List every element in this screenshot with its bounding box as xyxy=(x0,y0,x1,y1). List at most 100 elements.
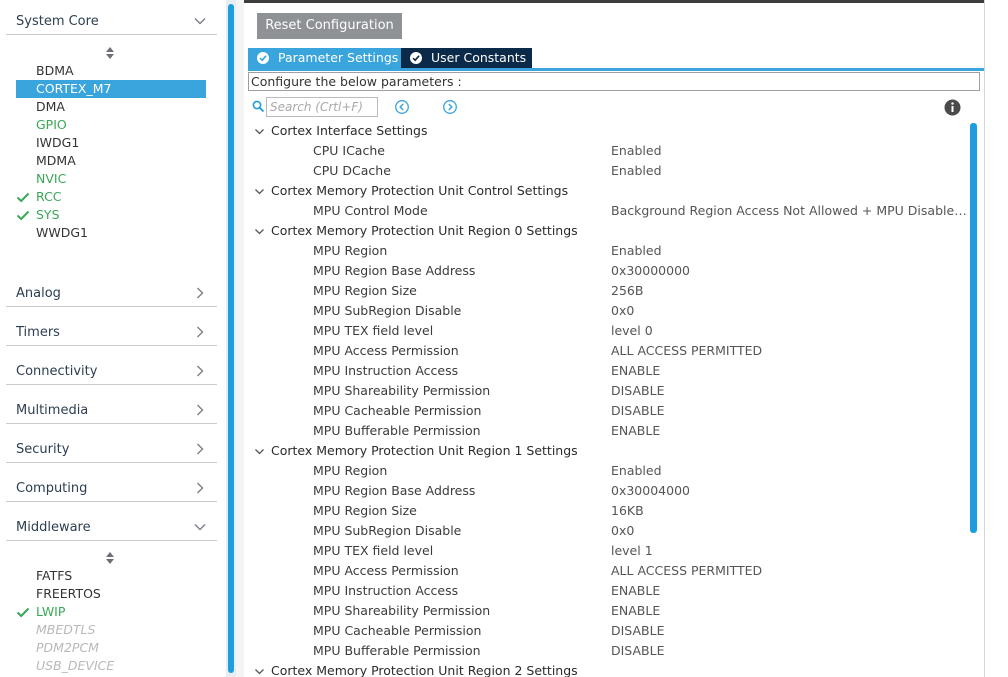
sidebar-item-cortex-m7[interactable]: CORTEX_M7 xyxy=(16,80,206,98)
next-match-icon[interactable] xyxy=(442,99,458,115)
sidebar-item-fatfs[interactable]: FATFS xyxy=(16,567,206,585)
parameter-row[interactable]: MPU Control Mode Background Region Access… xyxy=(248,201,968,221)
category-analog[interactable]: Analog xyxy=(6,283,217,307)
parameter-value[interactable]: DISABLE xyxy=(611,621,968,641)
sidebar-item-label: BDMA xyxy=(36,63,74,78)
sidebar-item-nvic[interactable]: NVIC xyxy=(16,170,206,188)
parameter-group[interactable]: Cortex Memory Protection Unit Region 0 S… xyxy=(248,221,968,241)
sidebar-item-freertos[interactable]: FREERTOS xyxy=(16,585,206,603)
parameter-value[interactable]: ENABLE xyxy=(611,601,968,621)
parameter-row[interactable]: MPU TEX field level level 1 xyxy=(248,541,968,561)
category-security[interactable]: Security xyxy=(6,439,217,463)
parameter-row[interactable]: MPU SubRegion Disable 0x0 xyxy=(248,521,968,541)
parameter-row[interactable]: MPU Instruction Access ENABLE xyxy=(248,581,968,601)
sidebar-item-lwip[interactable]: LWIP xyxy=(16,603,206,621)
sidebar-item-gpio[interactable]: GPIO xyxy=(16,116,206,134)
parameter-row[interactable]: MPU TEX field level level 0 xyxy=(248,321,968,341)
sidebar-item-sys[interactable]: SYS xyxy=(16,206,206,224)
sidebar-item-mbedtls[interactable]: MBEDTLS xyxy=(16,621,206,639)
tab-user-constants[interactable]: User Constants xyxy=(401,48,532,68)
parameter-row[interactable]: MPU Bufferable Permission ENABLE xyxy=(248,421,968,441)
parameter-group[interactable]: Cortex Memory Protection Unit Control Se… xyxy=(248,181,968,201)
sort-icon[interactable] xyxy=(104,46,116,60)
parameter-row[interactable]: MPU SubRegion Disable 0x0 xyxy=(248,301,968,321)
category-multimedia[interactable]: Multimedia xyxy=(6,400,217,424)
parameter-value[interactable]: level 1 xyxy=(611,541,968,561)
parameter-row[interactable]: MPU Region Enabled xyxy=(248,461,968,481)
parameter-value[interactable]: 0x0 xyxy=(611,521,968,541)
parameter-row[interactable]: MPU Region Base Address 0x30000000 xyxy=(248,261,968,281)
parameter-value[interactable]: Enabled xyxy=(611,141,968,161)
parameter-scrollbar[interactable] xyxy=(968,121,980,677)
previous-match-icon[interactable] xyxy=(394,99,410,115)
category-connectivity[interactable]: Connectivity xyxy=(6,361,217,385)
parameter-row[interactable]: MPU Cacheable Permission DISABLE xyxy=(248,621,968,641)
parameter-value[interactable]: 16KB xyxy=(611,501,968,521)
parameter-group[interactable]: Cortex Memory Protection Unit Region 1 S… xyxy=(248,441,968,461)
parameter-value[interactable]: 0x30004000 xyxy=(611,481,968,501)
parameter-row[interactable]: CPU DCache Enabled xyxy=(248,161,968,181)
sort-icon[interactable] xyxy=(104,551,116,565)
parameter-value[interactable]: 0x30000000 xyxy=(611,261,968,281)
category-timers[interactable]: Timers xyxy=(6,322,217,346)
sidebar-item-label: IWDG1 xyxy=(36,135,80,150)
parameter-value[interactable]: DISABLE xyxy=(611,381,968,401)
parameter-value[interactable]: Background Region Access Not Allowed + M… xyxy=(611,201,968,221)
parameter-row[interactable]: MPU Region Enabled xyxy=(248,241,968,261)
parameter-value[interactable]: ENABLE xyxy=(611,361,968,381)
parameter-row[interactable]: MPU Shareability Permission ENABLE xyxy=(248,601,968,621)
sidebar-item-iwdg1[interactable]: IWDG1 xyxy=(16,134,206,152)
parameter-value[interactable]: 0x0 xyxy=(611,301,968,321)
parameter-value[interactable]: ALL ACCESS PERMITTED xyxy=(611,561,968,581)
sidebar-item-wwdg1[interactable]: WWDG1 xyxy=(16,224,206,242)
category-label: Timers xyxy=(16,325,60,340)
parameter-value[interactable]: DISABLE xyxy=(611,401,968,421)
category-computing[interactable]: Computing xyxy=(6,478,217,502)
parameter-row[interactable]: MPU Region Size 16KB xyxy=(248,501,968,521)
panel-splitter[interactable] xyxy=(236,0,244,677)
parameter-value[interactable]: Enabled xyxy=(611,161,968,181)
sidebar-item-mdma[interactable]: MDMA xyxy=(16,152,206,170)
panel-edge xyxy=(984,0,1008,677)
parameter-row[interactable]: MPU Instruction Access ENABLE xyxy=(248,361,968,381)
tab-parameter-settings[interactable]: Parameter Settings xyxy=(248,48,401,68)
group-name: Cortex Memory Protection Unit Control Se… xyxy=(271,183,569,198)
parameter-row[interactable]: MPU Access Permission ALL ACCESS PERMITTE… xyxy=(248,561,968,581)
search-input[interactable] xyxy=(266,97,378,117)
parameter-value[interactable]: 256B xyxy=(611,281,968,301)
sidebar-item-label: USB_DEVICE xyxy=(36,658,115,673)
category-system-core[interactable]: System Core xyxy=(6,11,217,35)
parameter-name: MPU Access Permission xyxy=(313,343,459,358)
parameter-value[interactable]: ENABLE xyxy=(611,421,968,441)
sidebar-item-dma[interactable]: DMA xyxy=(16,98,206,116)
parameter-group[interactable]: Cortex Interface Settings xyxy=(248,121,968,141)
parameter-row[interactable]: MPU Bufferable Permission DISABLE xyxy=(248,641,968,661)
parameter-value[interactable]: ALL ACCESS PERMITTED xyxy=(611,341,968,361)
info-icon[interactable] xyxy=(944,99,961,116)
parameter-row[interactable]: MPU Shareability Permission DISABLE xyxy=(248,381,968,401)
sidebar-item-usb-device[interactable]: USB_DEVICE xyxy=(16,657,206,675)
scrollbar-thumb[interactable] xyxy=(970,123,977,533)
scrollbar-thumb[interactable] xyxy=(228,4,234,673)
parameter-value[interactable]: ENABLE xyxy=(611,581,968,601)
reset-configuration-button[interactable]: Reset Configuration xyxy=(257,13,402,39)
sidebar-item-pdm2pcm[interactable]: PDM2PCM xyxy=(16,639,206,657)
parameter-value[interactable]: Enabled xyxy=(611,241,968,261)
parameter-name: MPU Shareability Permission xyxy=(313,603,491,618)
sidebar-scrollbar[interactable] xyxy=(226,0,236,677)
category-middleware[interactable]: Middleware xyxy=(6,517,217,541)
parameter-row[interactable]: MPU Access Permission ALL ACCESS PERMITTE… xyxy=(248,341,968,361)
sidebar-item-rcc[interactable]: RCC xyxy=(16,188,206,206)
parameter-name: MPU Bufferable Permission xyxy=(313,643,481,658)
parameter-row[interactable]: CPU ICache Enabled xyxy=(248,141,968,161)
check-icon xyxy=(16,607,30,618)
parameter-row[interactable]: MPU Region Base Address 0x30004000 xyxy=(248,481,968,501)
sidebar-item-bdma[interactable]: BDMA xyxy=(16,62,206,80)
parameter-tree: Cortex Interface Settings CPU ICache Enabl… xyxy=(248,121,968,677)
parameter-value[interactable]: DISABLE xyxy=(611,641,968,661)
parameter-value[interactable]: Enabled xyxy=(611,461,968,481)
parameter-value[interactable]: level 0 xyxy=(611,321,968,341)
parameter-row[interactable]: MPU Region Size 256B xyxy=(248,281,968,301)
parameter-row[interactable]: MPU Cacheable Permission DISABLE xyxy=(248,401,968,421)
parameter-group[interactable]: Cortex Memory Protection Unit Region 2 S… xyxy=(248,661,968,677)
